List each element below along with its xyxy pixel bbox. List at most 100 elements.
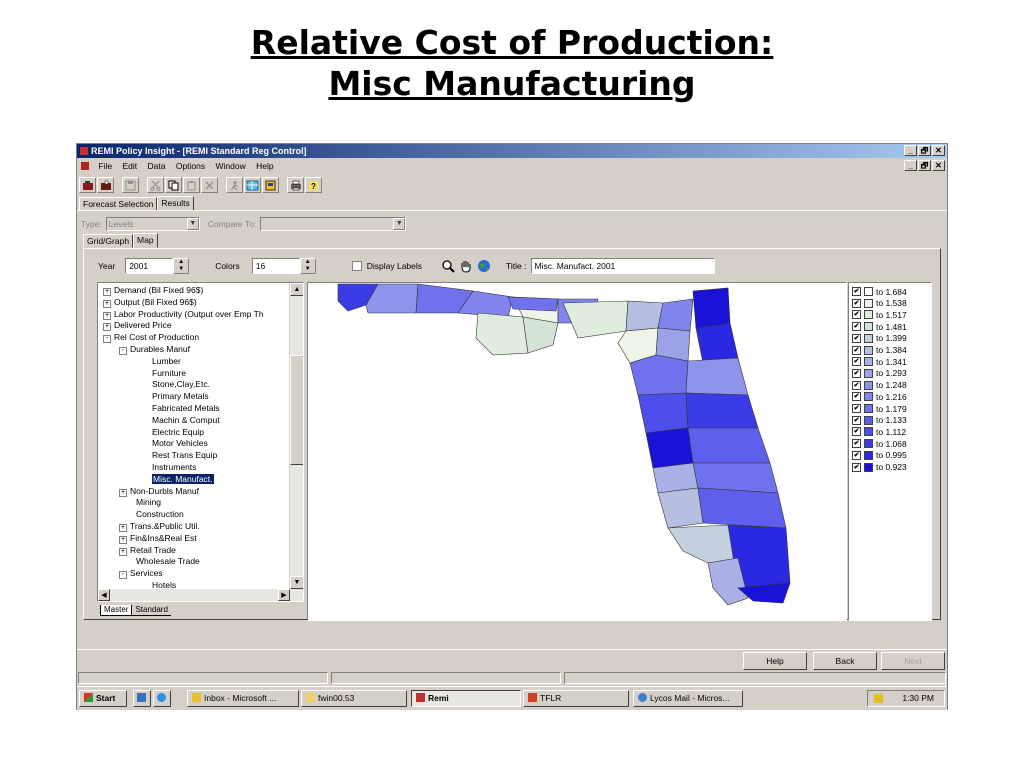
type-select[interactable]: Levels ▼ [105, 217, 200, 231]
tree-item[interactable]: Electric Equip [149, 426, 204, 438]
tree-item[interactable]: - Durables Manuf [119, 343, 190, 355]
year-spinner[interactable]: ▲ ▼ [173, 258, 190, 274]
print-icon[interactable] [287, 177, 304, 193]
tree-item[interactable]: + Delivered Price [103, 319, 172, 332]
legend-checkbox[interactable]: ✔ [852, 322, 861, 332]
expand-icon[interactable]: + [119, 547, 127, 556]
legend-checkbox[interactable]: ✔ [852, 310, 861, 320]
menu-data[interactable]: Data [143, 159, 169, 173]
window-titlebar[interactable]: REMI Policy Insight - [REMI Standard Reg… [77, 144, 947, 158]
tree-item[interactable]: + Demand (Bil Fixed 96$) [103, 284, 203, 296]
tab-master[interactable]: Master [100, 605, 133, 616]
tree-item[interactable]: Primary Metals [149, 390, 209, 402]
doc-restore-button[interactable]: 🗗 [918, 160, 931, 171]
menu-file[interactable]: File [94, 159, 116, 173]
tree-item[interactable]: Instruments [149, 461, 196, 473]
help-button[interactable]: Help [743, 652, 807, 670]
taskbar-item-fwin[interactable]: fwin00.53 [301, 690, 407, 707]
tab-forecast-selection[interactable]: Forecast Selection [79, 197, 158, 211]
legend-checkbox[interactable]: ✔ [852, 462, 861, 472]
tree-item[interactable]: Construction [133, 508, 184, 520]
legend-checkbox[interactable]: ✔ [852, 450, 861, 460]
tree-hscrollbar[interactable]: ◀ ▶ [98, 589, 290, 601]
expand-icon[interactable]: + [119, 488, 127, 497]
legend-checkbox[interactable]: ✔ [852, 415, 861, 425]
chart-icon[interactable] [244, 177, 261, 193]
florida-map[interactable] [307, 282, 847, 621]
tab-standard[interactable]: Standard [132, 605, 171, 616]
tab-map[interactable]: Map [133, 233, 158, 248]
florida-county-map[interactable] [308, 283, 846, 620]
copy-icon[interactable] [165, 177, 182, 193]
tree-item[interactable]: Wholesale Trade [133, 555, 200, 567]
legend-checkbox[interactable]: ✔ [852, 439, 861, 449]
tree-item[interactable]: Lumber [149, 355, 181, 367]
tree-item[interactable]: + Non-Durbls Manuf [119, 485, 199, 497]
start-button[interactable]: Start [79, 690, 127, 707]
legend-checkbox[interactable]: ✔ [852, 368, 861, 378]
paste-icon[interactable] [183, 177, 200, 193]
menu-options[interactable]: Options [172, 159, 209, 173]
expand-icon[interactable]: + [103, 288, 111, 296]
tree-item[interactable]: + Output (Bil Fixed 96$) [103, 296, 197, 308]
legend-checkbox[interactable]: ✔ [852, 333, 861, 343]
doc-close-button[interactable]: ✕ [932, 160, 945, 171]
minimize-button[interactable]: _ [904, 145, 917, 156]
tree-item[interactable]: Rest Trans Equip [149, 449, 217, 461]
legend-checkbox[interactable]: ✔ [852, 345, 861, 355]
cut-icon[interactable] [147, 177, 164, 193]
scroll-thumb[interactable] [290, 355, 303, 465]
tree-item[interactable]: + Retail Trade [119, 544, 176, 556]
tree-vscrollbar[interactable]: ▲ ▼ [289, 283, 303, 601]
tree-item[interactable]: + Trans.&Public Util. [119, 520, 200, 532]
taskbar-item-lycos[interactable]: Lycos Mail - Micros... [633, 690, 743, 707]
legend-checkbox[interactable]: ✔ [852, 298, 861, 308]
legend-checkbox[interactable]: ✔ [852, 427, 861, 437]
legend-checkbox[interactable]: ✔ [852, 392, 861, 402]
pan-hand-icon[interactable] [458, 258, 474, 274]
document-icon[interactable] [81, 162, 89, 170]
collapse-icon[interactable]: - [119, 571, 127, 580]
tree-item[interactable]: Motor Vehicles [149, 437, 208, 449]
taskbar-item-tflr[interactable]: TFLR [523, 690, 629, 707]
collapse-icon[interactable]: - [103, 335, 111, 344]
compare-select[interactable]: ▼ [260, 217, 407, 231]
menu-window[interactable]: Window [212, 159, 250, 173]
close-doc-icon[interactable] [97, 177, 114, 193]
tree-item[interactable]: - Services [119, 567, 163, 580]
menu-help[interactable]: Help [252, 159, 277, 173]
legend-checkbox[interactable]: ✔ [852, 404, 861, 413]
menu-edit[interactable]: Edit [118, 159, 141, 173]
colors-input[interactable]: 16 [251, 258, 300, 274]
open-icon[interactable] [79, 177, 96, 193]
quicklaunch-desktop-icon[interactable] [133, 690, 151, 707]
chevron-down-icon[interactable]: ▼ [186, 218, 199, 230]
database-icon[interactable] [262, 177, 279, 193]
tree-item[interactable]: Furniture [149, 367, 186, 379]
doc-minimize-button[interactable]: _ [904, 160, 917, 171]
tree-item[interactable]: - Rel Cost of Production [103, 331, 199, 344]
scroll-up-icon[interactable]: ▲ [290, 283, 303, 296]
expand-icon[interactable]: + [103, 299, 111, 308]
colors-spinner[interactable]: ▲ ▼ [299, 258, 316, 274]
legend-checkbox[interactable]: ✔ [852, 287, 861, 296]
scroll-left-icon[interactable]: ◀ [98, 589, 110, 601]
legend-checkbox[interactable]: ✔ [852, 357, 861, 367]
back-button[interactable]: Back [813, 652, 877, 670]
restore-button[interactable]: 🗗 [918, 145, 931, 156]
expand-icon[interactable]: + [103, 323, 111, 332]
tree-item[interactable]: Mining [133, 496, 161, 508]
tree-item[interactable]: + Labor Productivity (Output over Emp Th [103, 308, 264, 320]
run-icon[interactable] [226, 177, 243, 193]
taskbar-item-remi[interactable]: Remi [411, 690, 521, 707]
chevron-down-icon[interactable]: ▼ [393, 218, 406, 230]
tray-icon[interactable] [874, 694, 883, 703]
tab-results[interactable]: Results [157, 196, 194, 211]
year-input[interactable]: 2001 [125, 258, 174, 274]
expand-icon[interactable]: + [103, 311, 111, 320]
tree-item[interactable]: Fabricated Metals [149, 402, 220, 414]
next-button[interactable]: Next [881, 652, 945, 670]
scroll-down-icon[interactable]: ▼ [290, 576, 303, 589]
expand-icon[interactable]: + [119, 524, 127, 532]
tree-item[interactable]: + Fin&Ins&Real Est [119, 532, 197, 544]
